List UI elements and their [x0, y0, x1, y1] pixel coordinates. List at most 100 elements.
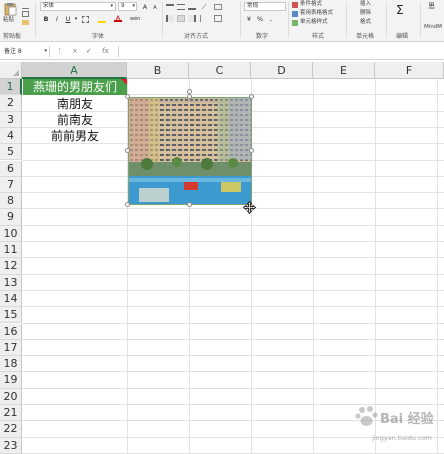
- align-middle-icon[interactable]: [177, 4, 185, 10]
- cell-styles-label[interactable]: 单元格样式: [300, 19, 328, 26]
- row-header-1[interactable]: 1: [0, 79, 22, 96]
- separator: [35, 2, 36, 38]
- decrease-font-icon[interactable]: A: [151, 4, 159, 12]
- resize-handle[interactable]: [125, 202, 130, 207]
- row-header-3[interactable]: 3: [0, 111, 22, 128]
- bold-button[interactable]: B: [42, 15, 50, 23]
- enter-icon[interactable]: ✓: [86, 46, 92, 57]
- column-header-c[interactable]: C: [189, 62, 251, 79]
- autosum-icon[interactable]: Σ: [396, 4, 404, 16]
- row-header-11[interactable]: 11: [0, 242, 22, 259]
- column-header-e[interactable]: E: [313, 62, 375, 79]
- currency-icon[interactable]: ¥: [245, 15, 253, 23]
- watermark-text: Bai 经验: [380, 412, 434, 427]
- inserted-picture[interactable]: [128, 97, 252, 205]
- insert-cells-button[interactable]: 插入: [360, 1, 371, 8]
- row-header-13[interactable]: 13: [0, 274, 22, 291]
- fx-icon[interactable]: fx: [102, 46, 109, 57]
- formula-bar: 备注 8 ▾ ⋮ × ✓ fx: [0, 43, 444, 60]
- row-header-14[interactable]: 14: [0, 290, 22, 308]
- row-header-15[interactable]: 15: [0, 307, 22, 324]
- resize-handle[interactable]: [187, 94, 192, 99]
- orientation-icon[interactable]: ⟋: [200, 3, 208, 11]
- increase-font-icon[interactable]: A: [141, 3, 149, 11]
- rotate-handle[interactable]: [187, 89, 192, 94]
- row-header-6[interactable]: 6: [0, 160, 22, 177]
- align-top-icon[interactable]: [166, 4, 174, 10]
- font-name-dropdown[interactable]: 宋体 ▾: [40, 2, 116, 11]
- merge-center-icon[interactable]: [214, 15, 222, 22]
- row-header-4[interactable]: 4: [0, 127, 22, 145]
- row-header-22[interactable]: 22: [0, 421, 22, 438]
- font-color-icon[interactable]: A: [114, 14, 122, 22]
- row-header-8[interactable]: 8: [0, 193, 22, 210]
- row-header-12[interactable]: 12: [0, 258, 22, 275]
- resize-handle[interactable]: [187, 202, 192, 207]
- paste-button[interactable]: 粘贴: [2, 2, 18, 26]
- border-icon[interactable]: [82, 16, 89, 23]
- underline-button[interactable]: U: [64, 15, 72, 23]
- cut-icon[interactable]: [22, 3, 29, 9]
- row-header-5[interactable]: 5: [0, 144, 22, 161]
- gridline: [313, 79, 314, 454]
- phonetic-icon[interactable]: wén: [130, 15, 140, 23]
- table-format-label[interactable]: 套用表格格式: [300, 10, 333, 17]
- indent-decrease-icon[interactable]: [200, 15, 207, 22]
- row-header-9[interactable]: 9: [0, 209, 22, 226]
- font-size-dropdown[interactable]: 9 ▾: [118, 2, 137, 11]
- font-group-label: 字体: [92, 33, 105, 40]
- cancel-icon[interactable]: ×: [72, 46, 78, 57]
- align-left-icon[interactable]: [166, 15, 174, 22]
- align-right-icon[interactable]: [188, 15, 196, 22]
- cells-group-label: 单元格: [356, 33, 375, 40]
- row-header-2[interactable]: 2: [0, 95, 22, 112]
- mindmanager-button[interactable]: MindM: [424, 24, 442, 31]
- conditional-format-icon[interactable]: [292, 2, 298, 8]
- fill-color-icon[interactable]: [98, 16, 106, 23]
- cell-a4[interactable]: 前前男友: [23, 128, 127, 144]
- cell-a1[interactable]: 燕珊的男朋友们: [23, 79, 127, 95]
- column-header-a[interactable]: A: [22, 62, 127, 79]
- gridline: [375, 79, 376, 454]
- row-header-10[interactable]: 10: [0, 225, 22, 242]
- styles-group-label: 样式: [312, 33, 325, 40]
- table-format-icon[interactable]: [292, 11, 298, 17]
- row-header-21[interactable]: 21: [0, 405, 22, 422]
- column-header-f[interactable]: F: [375, 62, 444, 79]
- cell-a3[interactable]: 前南友: [23, 112, 127, 128]
- column-header-b[interactable]: B: [127, 62, 189, 79]
- conditional-format-label[interactable]: 条件格式: [300, 1, 322, 8]
- comma-icon[interactable]: ,: [267, 15, 275, 23]
- row-header-19[interactable]: 19: [0, 372, 22, 389]
- cell-styles-icon[interactable]: [292, 20, 298, 26]
- row-header-23[interactable]: 23: [0, 437, 22, 454]
- row-header-16[interactable]: 16: [0, 323, 22, 340]
- delete-cells-button[interactable]: 删除: [360, 10, 371, 17]
- formula-input[interactable]: [118, 46, 444, 57]
- format-painter-icon[interactable]: [22, 20, 29, 25]
- row-header-18[interactable]: 18: [0, 356, 22, 373]
- cell-a2[interactable]: 南朋友: [23, 96, 127, 112]
- align-bottom-icon[interactable]: [188, 4, 196, 10]
- format-cells-button[interactable]: 格式: [360, 19, 371, 26]
- select-all-corner[interactable]: [0, 62, 22, 79]
- baidu-watermark: Bai 经验 jingyan.baidu.com: [352, 400, 444, 454]
- resize-handle[interactable]: [249, 94, 254, 99]
- italic-button[interactable]: I: [53, 15, 61, 23]
- number-format-dropdown[interactable]: 常规: [244, 2, 286, 11]
- resize-handle[interactable]: [125, 94, 130, 99]
- column-header-d[interactable]: D: [251, 62, 313, 79]
- copy-icon[interactable]: [22, 11, 29, 17]
- row-header-20[interactable]: 20: [0, 388, 22, 405]
- chevron-down-icon[interactable]: ▾: [72, 15, 80, 23]
- gridline: [22, 289, 444, 291]
- percent-icon[interactable]: %: [256, 15, 264, 23]
- align-center-icon[interactable]: [177, 15, 185, 22]
- name-box[interactable]: 备注 8 ▾: [2, 46, 50, 57]
- wrap-text-icon[interactable]: [214, 4, 222, 10]
- row-header-7[interactable]: 7: [0, 176, 22, 194]
- font-size-value: 9: [121, 3, 125, 9]
- resize-handle[interactable]: [249, 148, 254, 153]
- resize-handle[interactable]: [125, 148, 130, 153]
- row-header-17[interactable]: 17: [0, 339, 22, 357]
